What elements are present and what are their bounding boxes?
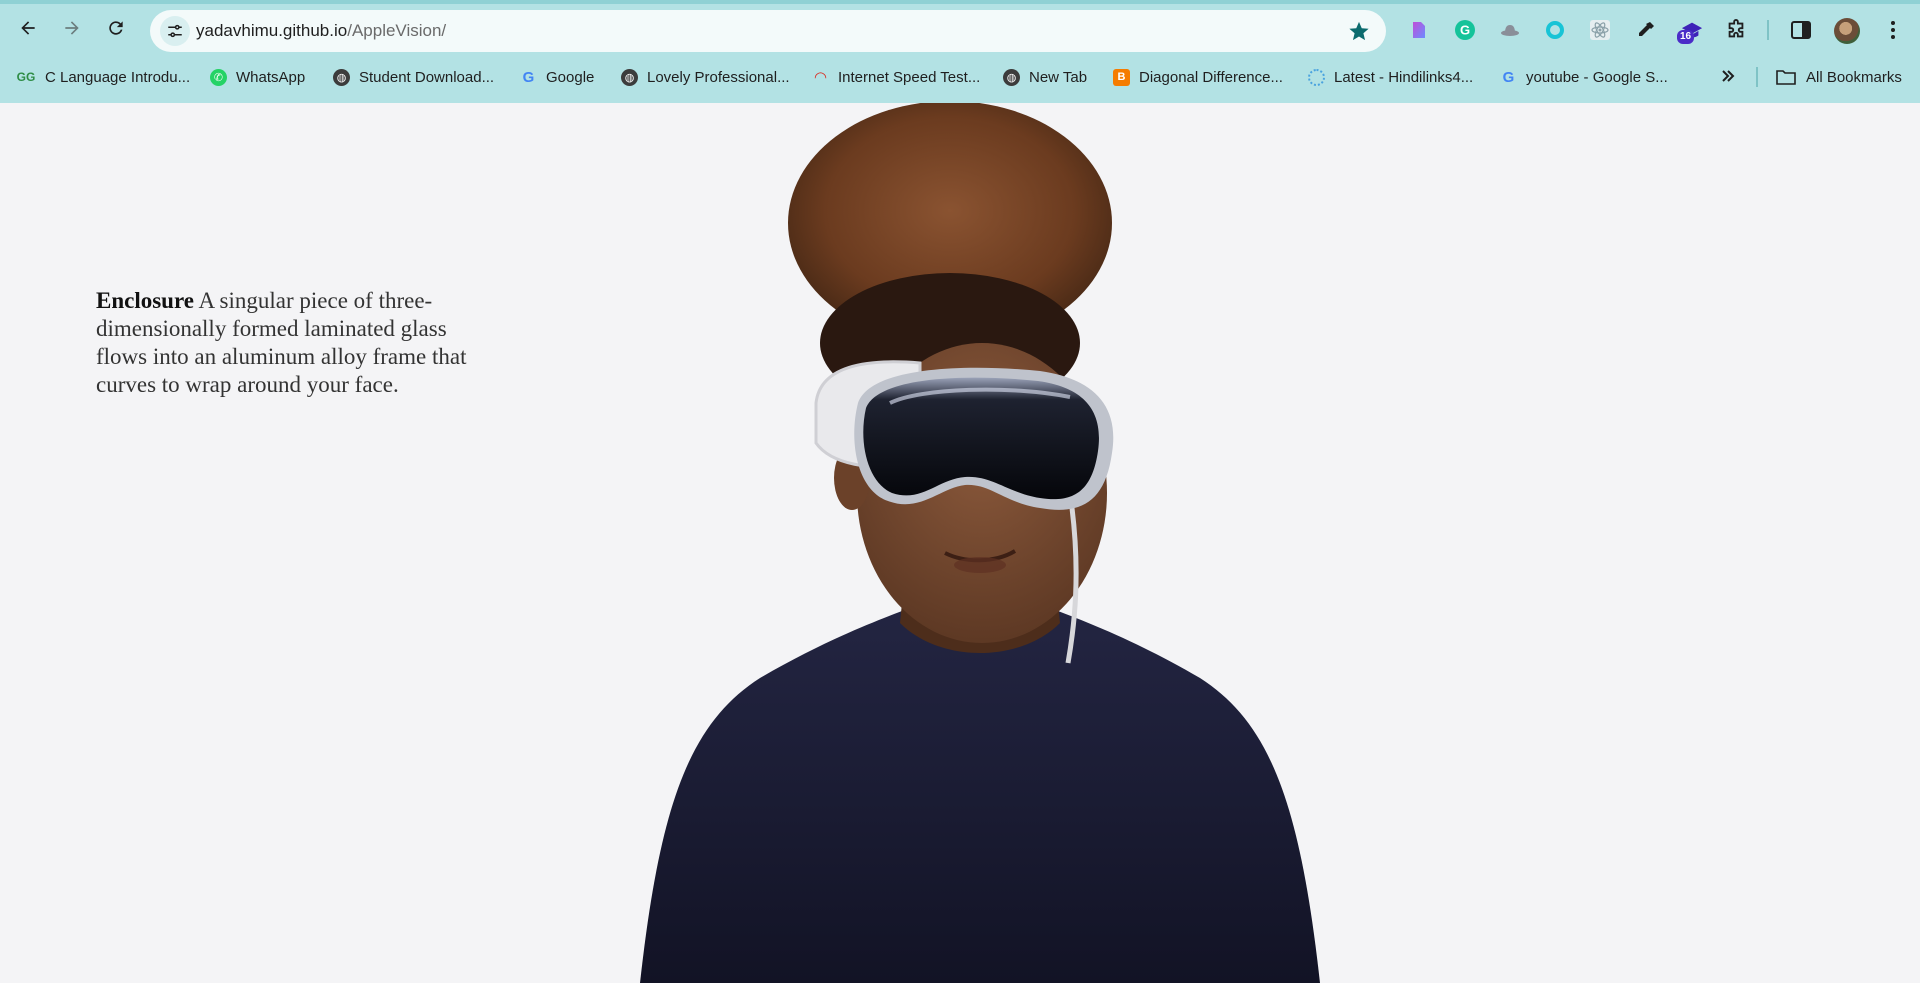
reload-icon	[109, 21, 123, 35]
geeksforgeeks-icon: GG	[16, 70, 36, 84]
grammarly-icon[interactable]: G	[1454, 19, 1476, 41]
globe-icon: ◍	[1003, 68, 1020, 86]
puzzle-icon	[1728, 19, 1744, 38]
side-panel-icon	[1791, 21, 1811, 39]
url-host: yadavhimu.github.io	[196, 21, 348, 40]
bookmark-label: WhatsApp	[236, 68, 306, 86]
back-button[interactable]	[12, 12, 44, 44]
all-bookmarks-label: All Bookmarks	[1806, 68, 1902, 86]
whatsapp-icon: ✆	[210, 68, 227, 86]
loading-ring-icon	[1308, 68, 1325, 86]
menu-button[interactable]	[1882, 19, 1904, 41]
arrow-left-icon	[21, 21, 35, 35]
extensions-puzzle-button[interactable]	[1725, 19, 1747, 41]
bookmark-label: youtube - Google S...	[1526, 68, 1668, 86]
forward-button[interactable]	[56, 12, 88, 44]
hero-image-person-with-headset	[640, 103, 1320, 983]
side-panel-button[interactable]	[1790, 19, 1812, 41]
bookmark-label: C Language Introdu...	[45, 68, 191, 86]
bookmark-star-icon[interactable]	[1348, 20, 1370, 42]
reload-button[interactable]	[100, 12, 132, 44]
speedometer-icon: ◠	[814, 69, 827, 86]
extension-gradient-icon[interactable]	[1408, 19, 1430, 41]
bookmark-speed-test[interactable]: ◠ Internet Speed Test...	[812, 66, 981, 88]
bookmark-google[interactable]: G Google	[520, 66, 595, 88]
google-icon: G	[522, 68, 535, 86]
bookmark-label: Student Download...	[359, 68, 495, 86]
bookmark-label: Lovely Professional...	[647, 68, 790, 86]
bookmark-label: New Tab	[1029, 68, 1088, 86]
browser-chrome: yadavhimu.github.io/AppleVision/ G 16 GG…	[0, 0, 1920, 103]
bookmark-diagonal-difference[interactable]: B Diagonal Difference...	[1113, 66, 1283, 88]
bookmark-new-tab[interactable]: ◍ New Tab	[1003, 66, 1087, 88]
globe-icon: ◍	[621, 68, 638, 86]
eyedropper-icon[interactable]	[1635, 19, 1657, 41]
kebab-menu-icon	[1891, 21, 1895, 39]
bookmark-youtube-search[interactable]: G youtube - Google S...	[1500, 66, 1668, 88]
toolbar-divider	[1767, 20, 1769, 40]
bookmark-c-language[interactable]: GG C Language Introdu...	[16, 66, 190, 88]
double-chevron-right-icon	[1722, 70, 1735, 82]
svg-text:G: G	[1460, 23, 1470, 38]
all-bookmarks-button[interactable]: All Bookmarks	[1776, 66, 1902, 88]
url-path: /AppleVision/	[347, 21, 447, 40]
bookmark-hindilinks[interactable]: Latest - Hindilinks4...	[1308, 66, 1473, 88]
bookmark-label: Diagonal Difference...	[1139, 68, 1283, 86]
bookmark-label: Latest - Hindilinks4...	[1334, 68, 1474, 86]
ring-extension-icon[interactable]	[1544, 19, 1566, 41]
google-icon: G	[1502, 68, 1515, 86]
hat-extension-icon[interactable]	[1499, 19, 1521, 41]
bookmark-lovely-professional[interactable]: ◍ Lovely Professional...	[621, 66, 790, 88]
arrow-right-icon	[65, 21, 79, 35]
tune-icon	[168, 24, 182, 38]
folder-icon	[1776, 70, 1796, 85]
globe-icon: ◍	[333, 68, 350, 86]
page-content: Enclosure A singular piece of three-dime…	[0, 103, 1920, 983]
bookmark-whatsapp[interactable]: ✆ WhatsApp	[210, 66, 305, 88]
feature-description: Enclosure A singular piece of three-dime…	[96, 287, 496, 399]
feature-title: Enclosure	[96, 288, 194, 313]
bookmark-student-download[interactable]: ◍ Student Download...	[333, 66, 494, 88]
extension-badge: 16	[1677, 30, 1695, 44]
profile-avatar[interactable]	[1834, 18, 1860, 44]
address-bar[interactable]: yadavhimu.github.io/AppleVision/	[150, 10, 1386, 52]
bookmarks-divider	[1756, 67, 1758, 87]
bookmark-label: Internet Speed Test...	[838, 68, 981, 86]
bookmark-label: Google	[546, 68, 595, 86]
url-text[interactable]: yadavhimu.github.io/AppleVision/	[196, 21, 446, 41]
bookmarks-bar: GG C Language Introdu... ✆ WhatsApp ◍ St…	[0, 62, 1920, 92]
tab-strip-edge	[0, 0, 1920, 4]
blogger-icon: B	[1113, 68, 1130, 86]
site-info-button[interactable]	[160, 16, 190, 46]
react-devtools-icon[interactable]	[1589, 19, 1611, 41]
more-bookmarks-button[interactable]	[1716, 64, 1740, 88]
